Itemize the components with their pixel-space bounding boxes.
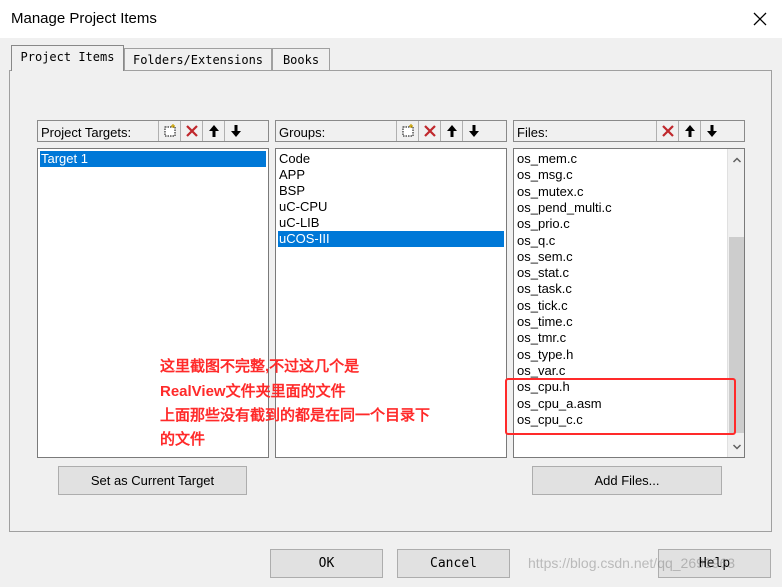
move-down-icon <box>468 125 479 137</box>
tab-books[interactable]: Books <box>272 48 330 70</box>
targets-new-button[interactable] <box>158 121 180 141</box>
groups-header: Groups: <box>275 120 507 142</box>
annotation-line: 这里截图不完整,不过这几个是 <box>160 358 360 375</box>
file-item[interactable]: os_mutex.c <box>516 184 584 200</box>
scroll-down-arrow[interactable] <box>728 438 744 455</box>
close-icon <box>753 12 767 26</box>
file-item[interactable]: os_var.c <box>516 363 566 379</box>
file-item[interactable]: os_time.c <box>516 314 574 330</box>
target-item[interactable]: Target 1 <box>40 151 266 167</box>
group-item[interactable]: uCOS-III <box>278 231 504 247</box>
annotation-line: 上面那些没有截到的都是在同一个目录下 <box>160 407 431 424</box>
chevron-up-icon <box>732 156 741 163</box>
watermark: https://blog.csdn.net/qq_2691963 <box>528 555 736 571</box>
files-move-down-button[interactable] <box>700 121 722 141</box>
file-item[interactable]: os_task.c <box>516 281 573 297</box>
annotation-line: RealView文件夹里面的文件 <box>160 383 346 400</box>
cancel-button[interactable]: Cancel <box>397 549 510 578</box>
file-item[interactable]: os_msg.c <box>516 167 574 183</box>
targets-move-up-button[interactable] <box>202 121 224 141</box>
tab-folders-extensions[interactable]: Folders/Extensions <box>124 48 272 70</box>
delete-icon <box>661 125 674 137</box>
close-button[interactable] <box>738 2 782 36</box>
group-item[interactable]: APP <box>278 167 306 183</box>
files-header: Files: <box>513 120 745 142</box>
group-item[interactable]: uC-LIB <box>278 215 320 231</box>
ok-button[interactable]: OK <box>270 549 383 578</box>
group-item[interactable]: uC-CPU <box>278 199 328 215</box>
files-label: Files: <box>517 125 549 140</box>
move-down-icon <box>230 125 241 137</box>
move-up-icon <box>684 125 695 137</box>
targets-label: Project Targets: <box>41 125 132 140</box>
file-item[interactable]: os_mem.c <box>516 151 578 167</box>
groups-move-down-button[interactable] <box>462 121 484 141</box>
targets-move-down-button[interactable] <box>224 121 246 141</box>
group-item[interactable]: Code <box>278 151 311 167</box>
annotation-line: 的文件 <box>160 431 206 448</box>
file-item[interactable]: os_type.h <box>516 347 574 363</box>
new-item-icon <box>164 124 175 137</box>
delete-icon <box>423 125 436 137</box>
highlight-box <box>505 378 736 435</box>
new-item-icon <box>402 124 413 137</box>
files-delete-button[interactable] <box>656 121 678 141</box>
move-up-icon <box>446 125 457 137</box>
file-item[interactable]: os_sem.c <box>516 249 574 265</box>
file-item[interactable]: os_prio.c <box>516 216 571 232</box>
targets-delete-button[interactable] <box>180 121 202 141</box>
groups-delete-button[interactable] <box>418 121 440 141</box>
file-item[interactable]: os_tmr.c <box>516 330 567 346</box>
file-item[interactable]: os_q.c <box>516 233 556 249</box>
file-item[interactable]: os_stat.c <box>516 265 570 281</box>
groups-move-up-button[interactable] <box>440 121 462 141</box>
tab-project-items[interactable]: Project Items <box>11 45 124 71</box>
files-move-up-button[interactable] <box>678 121 700 141</box>
move-down-icon <box>706 125 717 137</box>
set-current-target-button[interactable]: Set as Current Target <box>58 466 247 495</box>
groups-label: Groups: <box>279 125 326 140</box>
delete-icon <box>185 125 198 137</box>
move-up-icon <box>208 125 219 137</box>
add-files-button[interactable]: Add Files... <box>532 466 722 495</box>
groups-new-button[interactable] <box>396 121 418 141</box>
file-item[interactable]: os_tick.c <box>516 298 569 314</box>
scroll-up-arrow[interactable] <box>728 151 744 168</box>
targets-header: Project Targets: <box>37 120 269 142</box>
chevron-down-icon <box>732 443 741 450</box>
file-item[interactable]: os_pend_multi.c <box>516 200 613 216</box>
window-title: Manage Project Items <box>11 10 157 27</box>
group-item[interactable]: BSP <box>278 183 306 199</box>
